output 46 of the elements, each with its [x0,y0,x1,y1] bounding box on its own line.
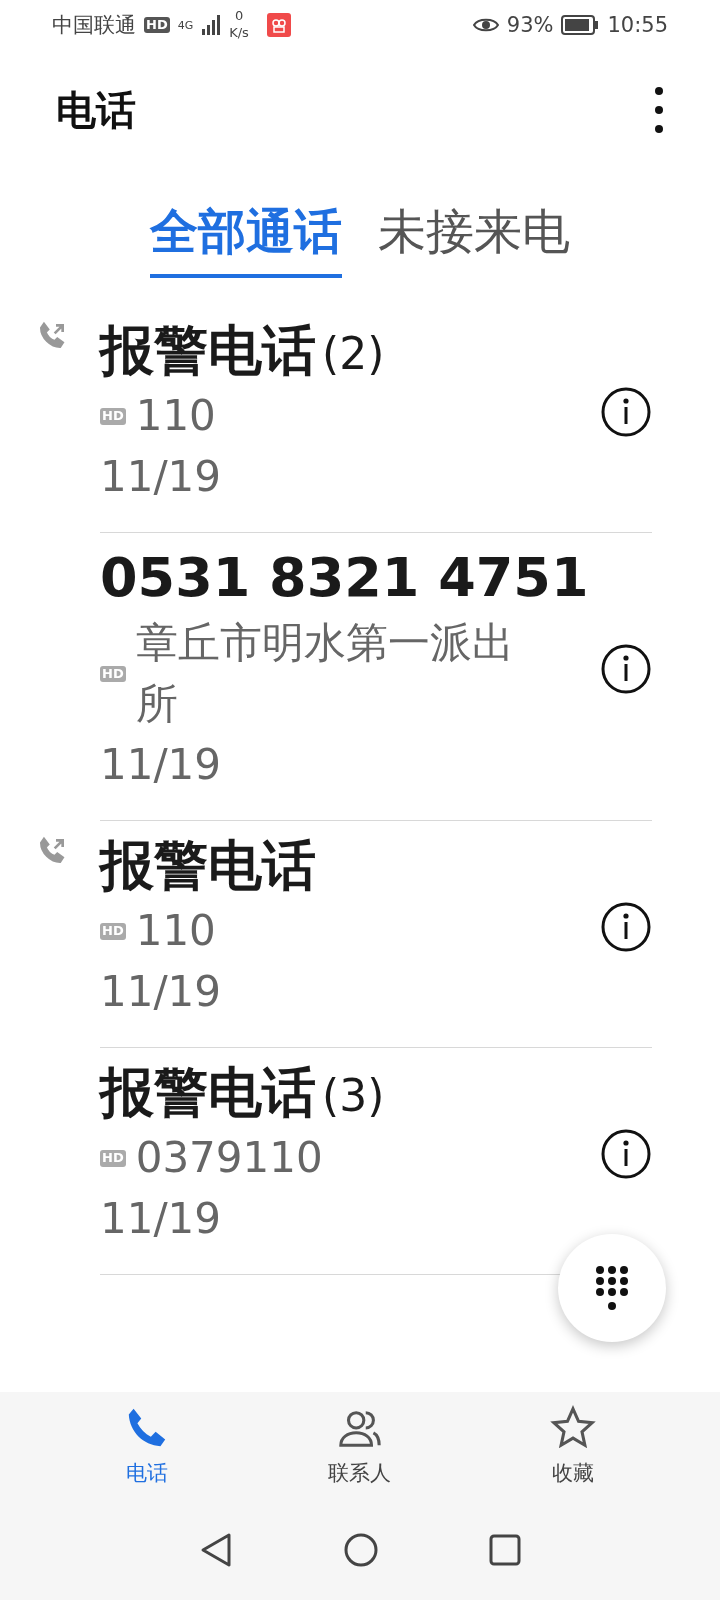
call-date: 11/19 [100,1192,223,1245]
battery-icon [561,15,600,35]
hd-badge: HD [100,408,126,425]
battery-percent: 93% [506,13,554,37]
contact-name: 报警电话 [100,1059,316,1126]
home-button[interactable] [343,1532,379,1568]
nav-tab[interactable]: 收藏 [503,1404,644,1488]
call-detail: 0379110 [135,1132,323,1184]
app-title: 电话 [56,85,137,135]
contact-name: 报警电话 [100,318,316,384]
more-options-icon[interactable] [654,86,664,134]
hd-badge: HD [100,665,126,683]
eye-icon [472,16,499,34]
tab[interactable]: 全部通话 [150,200,342,278]
hd-badge: HD [100,1150,126,1167]
dialpad-icon [594,1264,630,1312]
call-detail: 110 [135,905,216,957]
recents-button[interactable] [489,1534,521,1566]
clock-time: 10:55 [607,13,668,37]
call-date: 11/19 [100,451,223,504]
star-icon [550,1405,597,1451]
dialpad-button[interactable] [558,1234,666,1342]
call-detail: 110 [135,390,216,443]
info-button[interactable] [600,1127,652,1180]
nav-tab[interactable]: 联系人 [290,1404,430,1488]
back-button[interactable] [199,1532,233,1568]
network-type: 4G [177,19,194,31]
carrier-name: 中国联通 [52,12,136,39]
contact-name: 报警电话 [100,832,316,899]
contact-name: 0531 8321 4751 [100,544,589,611]
hd-badge: HD [100,923,126,940]
call-detail: 章丘市明水第一派出所 [135,617,515,731]
info-button[interactable] [600,643,652,696]
nav-tab[interactable]: 电话 [76,1404,217,1488]
app-icon [266,13,291,37]
speed-unit: K/s [229,25,249,42]
call-date: 11/19 [100,738,223,791]
call-count: (3) [322,1069,385,1121]
call-count: (2) [322,328,385,379]
tab[interactable]: 未接来电 [378,200,570,278]
signal-icon [201,15,222,35]
info-button[interactable] [600,900,652,953]
info-button[interactable] [600,386,652,438]
call-date: 11/19 [100,965,223,1018]
hd-badge: HD [144,16,170,34]
speed-value: 0 [234,8,244,25]
